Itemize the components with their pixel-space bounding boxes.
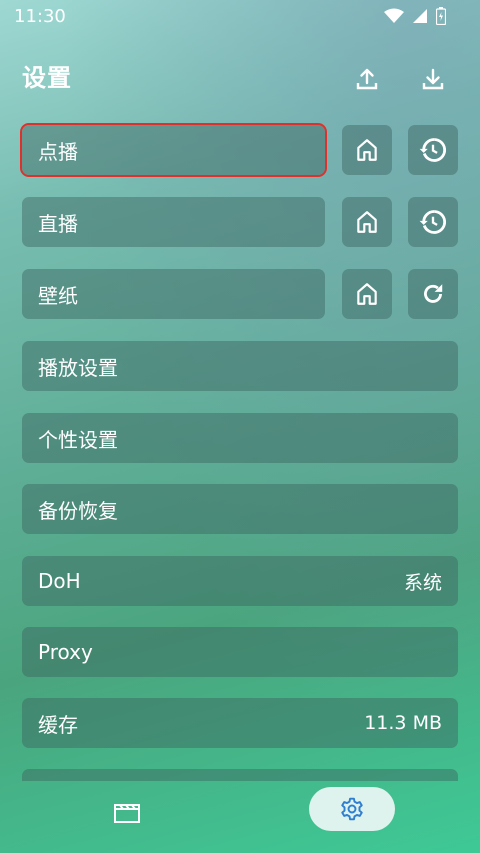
- bottom-nav: [0, 773, 480, 853]
- proxy-label: Proxy: [38, 640, 93, 664]
- film-icon: [114, 804, 140, 823]
- wallpaper-home-button[interactable]: [342, 269, 392, 319]
- personal-label: 个性设置: [38, 427, 118, 452]
- nav-settings-button[interactable]: [309, 787, 395, 831]
- personal-settings-row[interactable]: 个性设置: [22, 413, 458, 463]
- page-title: 设置: [22, 64, 72, 92]
- download-button[interactable]: [416, 62, 450, 96]
- refresh-icon: [424, 284, 443, 303]
- nav-home-button[interactable]: [110, 795, 144, 829]
- doh-row[interactable]: DoH 系统: [22, 556, 458, 606]
- download-icon: [422, 68, 444, 90]
- proxy-row[interactable]: Proxy: [22, 627, 458, 677]
- cache-row[interactable]: 缓存 11.3 MB: [22, 698, 458, 748]
- wifi-icon: [384, 8, 404, 23]
- live-setting-row[interactable]: 直播: [22, 197, 325, 247]
- status-bar: 11:30: [0, 0, 480, 34]
- vod-history-button[interactable]: [408, 125, 458, 175]
- live-home-button[interactable]: [342, 197, 392, 247]
- home-icon: [357, 283, 377, 305]
- wallpaper-setting-row[interactable]: 壁纸: [22, 269, 325, 319]
- home-icon: [357, 211, 377, 233]
- playback-settings-row[interactable]: 播放设置: [22, 341, 458, 391]
- status-time: 11:30: [14, 6, 66, 27]
- gear-icon: [341, 797, 363, 821]
- battery-icon: [436, 7, 446, 25]
- doh-label: DoH: [38, 569, 81, 593]
- doh-value: 系统: [403, 571, 442, 594]
- vod-label: 点播: [38, 139, 78, 164]
- backup-label: 备份恢复: [38, 498, 118, 523]
- vod-setting-row[interactable]: 点播: [20, 123, 327, 177]
- wallpaper-refresh-button[interactable]: [408, 269, 458, 319]
- upload-button[interactable]: [350, 62, 384, 96]
- cache-value: 11.3 MB: [364, 712, 442, 734]
- signal-icon: [413, 9, 427, 23]
- vod-home-button[interactable]: [342, 125, 392, 175]
- playback-label: 播放设置: [38, 355, 118, 380]
- history-icon: [419, 138, 447, 162]
- upload-icon: [356, 68, 378, 90]
- home-icon: [357, 139, 377, 161]
- backup-restore-row[interactable]: 备份恢复: [22, 484, 458, 534]
- wallpaper-label: 壁纸: [38, 283, 78, 308]
- history-icon: [419, 210, 447, 234]
- live-label: 直播: [38, 211, 78, 236]
- status-icons: [384, 7, 446, 25]
- cache-label: 缓存: [38, 712, 78, 737]
- live-history-button[interactable]: [408, 197, 458, 247]
